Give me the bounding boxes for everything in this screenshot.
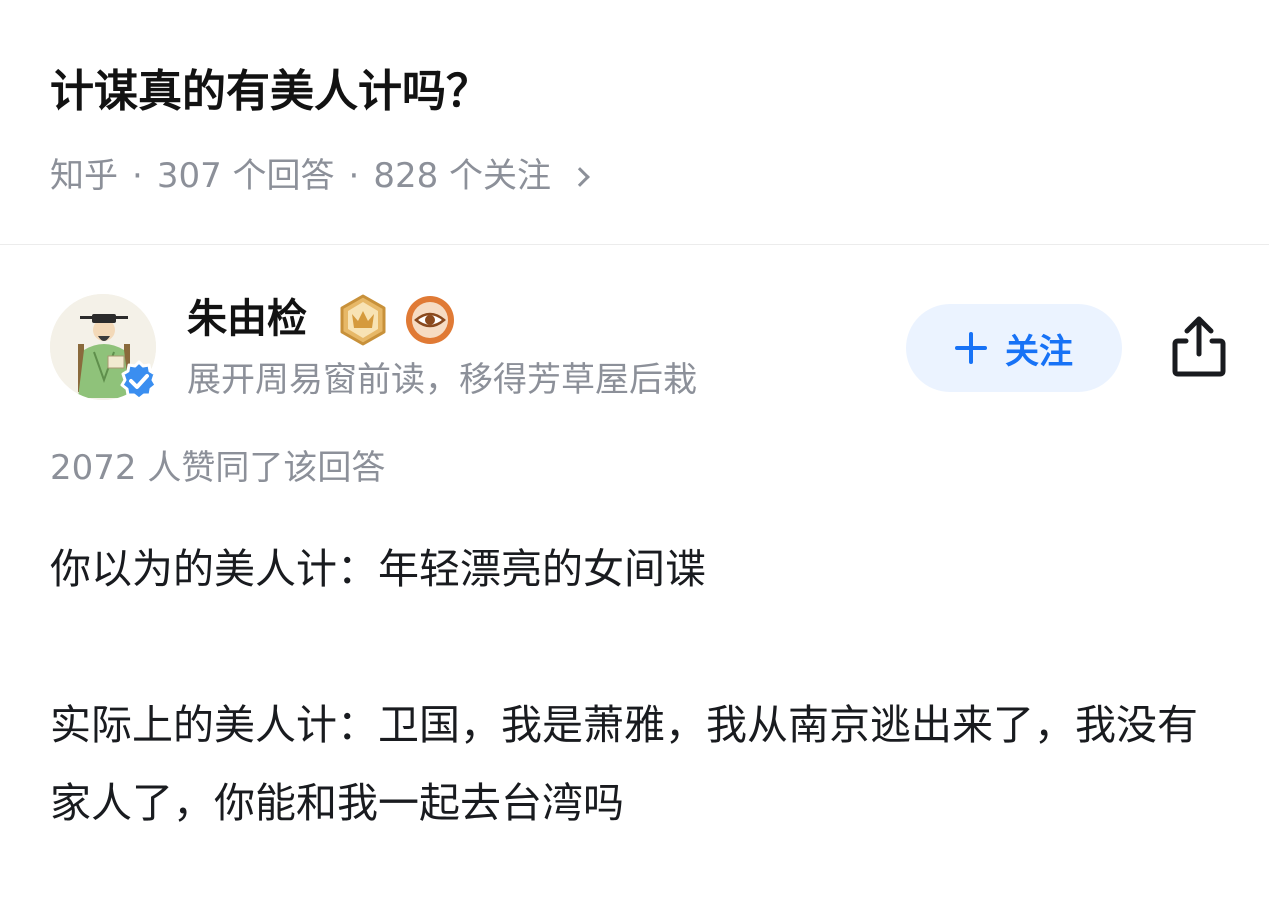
answer-paragraph: 你以为的美人计：年轻漂亮的女间谍 [50,545,706,593]
separator-dot: · [348,156,360,196]
follow-label: 关注 [1005,331,1073,372]
share-icon[interactable] [1170,314,1228,378]
author-name[interactable]: 朱由检 [187,292,307,346]
chevron-right-icon [570,167,590,187]
vote-count: 2072 人赞同了该回答 [50,448,386,488]
plus-icon [955,332,987,364]
verified-badge-icon [120,360,158,401]
author-avatar-wrap[interactable] [50,294,158,401]
answer-paragraph: 实际上的美人计：卫国，我是萧雅，我从南京逃出来了，我没有家人了，你能和我一起去台… [50,701,1198,827]
follower-count: 828 个关注 [373,156,552,196]
separator-dot: · [132,156,143,196]
question-meta[interactable]: 知乎 · 307 个回答 · 828 个关注 [50,152,590,200]
eye-badge-icon[interactable] [404,294,456,346]
question-title[interactable]: 计谋真的有美人计吗？ [50,62,490,122]
header-divider [0,244,1269,245]
crown-badge-icon[interactable] [338,294,388,346]
answer-content[interactable]: 你以为的美人计：年轻漂亮的女间谍 实际上的美人计：卫国，我是萧雅，我从南京逃出来… [50,530,1220,842]
source-label: 知乎 [50,156,118,196]
author-bio: 展开周易窗前读，移得芳草屋后栽 [187,360,697,400]
answer-count: 307 个回答 [156,156,335,196]
follow-button[interactable]: 关注 [906,304,1122,392]
